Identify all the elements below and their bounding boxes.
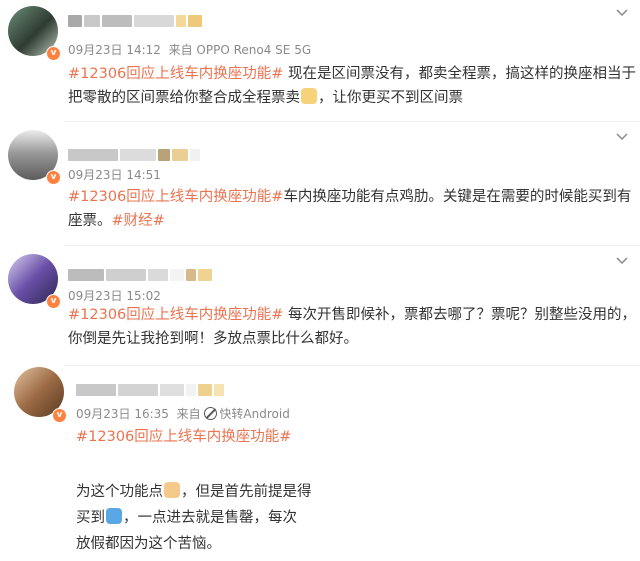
- source-prefix: 来自: [176, 407, 201, 421]
- topic-link[interactable]: #财经#: [112, 213, 165, 229]
- divider: [64, 121, 640, 122]
- comment-item: v 09月23日 14:51 #12306回应上线车内换座功能#车内换座功能有点…: [0, 124, 640, 246]
- divider: [64, 365, 640, 366]
- emoji-face-icon: [301, 88, 317, 104]
- post-time: 09月23日 16:35: [76, 407, 169, 421]
- post-time: 09月23日 14:51: [68, 168, 161, 182]
- post-body: #12306回应上线车内换座功能#: [76, 425, 636, 449]
- topic-link[interactable]: #12306回应上线车内换座功能#: [68, 189, 283, 205]
- post-body: #12306回应上线车内换座功能# 现在是区间票没有，都卖全程票，搞这样的换座相…: [68, 62, 638, 110]
- post-body-text: 为这个功能点 ，但是首先前提是得 买到 ，一点进去就是售罄，每次 放假都因为这个苦恼…: [76, 479, 496, 557]
- comment-item: v 09月23日 16:35 来自 快转Android #12306回应上线车内…: [0, 367, 640, 561]
- post-text: 车内换座功能有点鸡肋。关键是在需要的时候能买到有: [283, 189, 632, 205]
- post-body: #12306回应上线车内换座功能#车内换座功能有点鸡肋。关键是在需要的时候能买到…: [68, 185, 638, 233]
- post-text: 每次开售即候补，票都去哪了？票呢？别整些没用的，: [283, 307, 637, 323]
- post-meta: 09月23日 14:12 来自 OPPO Reno4 SE 5G: [68, 41, 311, 58]
- username[interactable]: [68, 146, 202, 161]
- source-device[interactable]: 快转Android: [219, 407, 289, 421]
- post-time: 09月23日 15:02: [68, 289, 161, 303]
- emoji-ticket-icon: [106, 508, 122, 524]
- chevron-down-icon[interactable]: [616, 256, 628, 266]
- chevron-down-icon[interactable]: [616, 132, 628, 142]
- verified-badge-icon: v: [46, 170, 61, 185]
- post-text: 把零散的区间票给你整合成全程票卖: [68, 90, 300, 106]
- comment-item: v 09月23日 15:02 #12306回应上线车内换座功能# 每次开售即候补…: [0, 248, 640, 366]
- source-prefix: 来自: [168, 43, 193, 57]
- topic-link[interactable]: #12306回应上线车内换座功能#: [68, 307, 283, 323]
- post-body: #12306回应上线车内换座功能# 每次开售即候补，票都去哪了？票呢？别整些没用…: [68, 303, 638, 351]
- post-text: ，但是首先前提是得: [181, 484, 312, 500]
- post-meta: 09月23日 14:51: [68, 166, 161, 183]
- username[interactable]: [68, 266, 214, 281]
- post-text: 你倒是先让我抢到啊！多放点票比什么都好。: [68, 331, 358, 347]
- post-text: 座票。: [68, 213, 112, 229]
- comment-item: v 09月23日 14:12 来自 OPPO Reno4 SE 5G #1230…: [0, 0, 640, 122]
- username[interactable]: [68, 12, 204, 27]
- post-meta: 09月23日 15:02: [68, 287, 161, 304]
- username[interactable]: [76, 381, 226, 396]
- divider: [64, 245, 640, 246]
- verified-badge-icon: v: [46, 294, 61, 309]
- post-text: 现在是区间票没有，都卖全程票，搞这样的换座相当于: [283, 66, 637, 82]
- topic-link[interactable]: #12306回应上线车内换座功能#: [76, 429, 291, 445]
- emoji-thumbs-up-icon: [164, 482, 180, 498]
- post-meta: 09月23日 16:35 来自 快转Android: [76, 405, 290, 422]
- post-time: 09月23日 14:12: [68, 43, 161, 57]
- post-text: 买到: [76, 510, 105, 526]
- chevron-down-icon[interactable]: [616, 8, 628, 18]
- source-device[interactable]: OPPO Reno4 SE 5G: [196, 43, 311, 57]
- post-text: ，让你更买不到区间票: [318, 90, 463, 106]
- post-text: 为这个功能点: [76, 484, 163, 500]
- post-text: ，一点进去就是售罄，每次: [123, 510, 297, 526]
- verified-badge-icon: v: [52, 408, 67, 423]
- topic-link[interactable]: #12306回应上线车内换座功能#: [68, 66, 283, 82]
- post-text: 放假都因为这个苦恼。: [76, 536, 221, 552]
- no-entry-icon: [204, 407, 218, 420]
- verified-badge-icon: v: [46, 46, 61, 61]
